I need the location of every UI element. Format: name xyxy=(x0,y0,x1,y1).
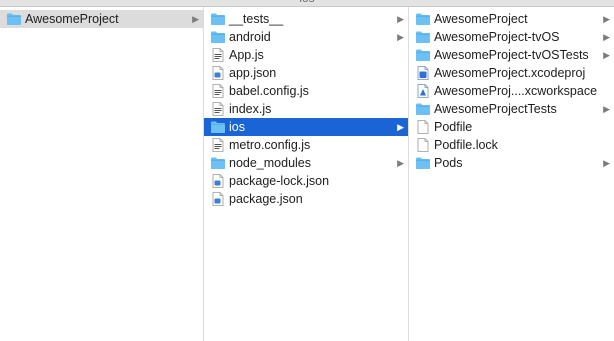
json-file-icon xyxy=(210,174,226,188)
item-label: package.json xyxy=(229,192,303,206)
js-file-icon xyxy=(210,138,226,152)
chevron-right-icon: ▶ xyxy=(192,14,199,24)
item-label: AwesomeProject-tvOSTests xyxy=(434,48,589,62)
folder-icon xyxy=(415,48,431,62)
item-label: babel.config.js xyxy=(229,84,309,98)
window-title: ios xyxy=(0,0,614,5)
folder-icon xyxy=(415,12,431,26)
file-item-podfile-lock[interactable]: Podfile.lock xyxy=(409,136,614,154)
folder-icon xyxy=(6,12,22,26)
chevron-right-icon: ▶ xyxy=(603,50,610,60)
json-file-icon xyxy=(210,66,226,80)
chevron-right-icon: ▶ xyxy=(397,32,404,42)
chevron-right-icon: ▶ xyxy=(603,104,610,114)
item-label: AwesomeProjectTests xyxy=(434,102,557,116)
column-1[interactable]: AwesomeProject ▶ xyxy=(0,7,204,341)
folder-icon xyxy=(415,30,431,44)
item-label: metro.config.js xyxy=(229,138,311,152)
folder-item-awesomeprojecttests[interactable]: AwesomeProjectTests ▶ xyxy=(409,100,614,118)
js-file-icon xyxy=(210,84,226,98)
folder-item-awesomeproject-tvos[interactable]: AwesomeProject-tvOS ▶ xyxy=(409,28,614,46)
item-label: __tests__ xyxy=(229,12,284,26)
file-item-index-js[interactable]: index.js xyxy=(204,100,408,118)
chevron-right-icon: ▶ xyxy=(397,158,404,168)
item-label: AwesomeProject.xcodeproj xyxy=(434,66,586,80)
folder-item-awesomeproject-tvostests[interactable]: AwesomeProject-tvOSTests ▶ xyxy=(409,46,614,64)
file-item-app-json[interactable]: app.json xyxy=(204,64,408,82)
folder-item-android[interactable]: android ▶ xyxy=(204,28,408,46)
item-label: android xyxy=(229,30,271,44)
column-2[interactable]: __tests__ ▶ android ▶ App.js app.json babel.co… xyxy=(204,7,409,341)
js-file-icon xyxy=(210,48,226,62)
chevron-right-icon: ▶ xyxy=(603,32,610,42)
folder-item-node-modules[interactable]: node_modules ▶ xyxy=(204,154,408,172)
folder-icon xyxy=(210,156,226,170)
file-item-app-js[interactable]: App.js xyxy=(204,46,408,64)
blank-file-icon xyxy=(415,120,431,134)
file-item-metro-config-js[interactable]: metro.config.js xyxy=(204,136,408,154)
item-label: Podfile.lock xyxy=(434,138,498,152)
folder-item-awesomeproject[interactable]: AwesomeProject ▶ xyxy=(409,10,614,28)
xcworkspace-icon xyxy=(415,84,431,98)
item-label: app.json xyxy=(229,66,277,80)
item-label: node_modules xyxy=(229,156,312,170)
folder-icon xyxy=(210,120,226,134)
item-label: AwesomeProject xyxy=(25,12,119,26)
item-label: Pods xyxy=(434,156,463,170)
folder-icon xyxy=(415,102,431,116)
item-label: App.js xyxy=(229,48,264,62)
file-item-podfile[interactable]: Podfile xyxy=(409,118,614,136)
xcodeproj-icon xyxy=(415,66,431,80)
chevron-right-icon: ▶ xyxy=(397,122,404,132)
item-label: index.js xyxy=(229,102,272,116)
item-label: Podfile xyxy=(434,120,473,134)
file-item-babel-config-js[interactable]: babel.config.js xyxy=(204,82,408,100)
folder-item-awesomeproject[interactable]: AwesomeProject ▶ xyxy=(0,10,203,28)
file-item-awesomeproject-xcodeproj[interactable]: AwesomeProject.xcodeproj xyxy=(409,64,614,82)
column-3[interactable]: AwesomeProject ▶ AwesomeProject-tvOS ▶ Aweso… xyxy=(409,7,614,341)
file-item-package-lock-json[interactable]: package-lock.json xyxy=(204,172,408,190)
item-label: AwesomeProject xyxy=(434,12,528,26)
js-file-icon xyxy=(210,102,226,116)
folder-item-tests[interactable]: __tests__ ▶ xyxy=(204,10,408,28)
chevron-right-icon: ▶ xyxy=(603,14,610,24)
folder-icon xyxy=(210,12,226,26)
json-file-icon xyxy=(210,192,226,206)
folder-icon xyxy=(415,156,431,170)
item-label: AwesomeProject-tvOS xyxy=(434,30,560,44)
blank-file-icon xyxy=(415,138,431,152)
folder-item-pods[interactable]: Pods ▶ xyxy=(409,154,614,172)
file-item-awesomeproj-xcworkspace[interactable]: AwesomeProj....xcworkspace xyxy=(409,82,614,100)
chevron-right-icon: ▶ xyxy=(603,158,610,168)
window-titlebar: ios xyxy=(0,0,614,7)
folder-icon xyxy=(210,30,226,44)
folder-item-ios[interactable]: ios ▶ xyxy=(204,118,408,136)
item-label: AwesomeProj....xcworkspace xyxy=(434,84,598,98)
chevron-right-icon: ▶ xyxy=(397,14,404,24)
file-item-package-json[interactable]: package.json xyxy=(204,190,408,208)
item-label: ios xyxy=(229,120,245,134)
item-label: package-lock.json xyxy=(229,174,330,188)
